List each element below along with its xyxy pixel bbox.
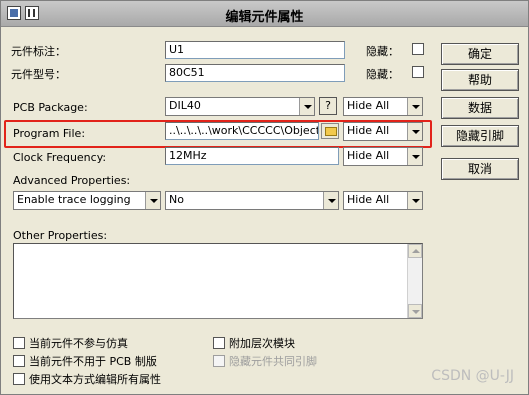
hide-common-pins-label: 隐藏元件共同引脚 [229, 355, 317, 368]
ref-hidden-checkbox[interactable] [412, 43, 424, 55]
hide-common-pins-checkbox[interactable] [213, 355, 225, 367]
ref-label: 元件标注： [11, 45, 66, 58]
type-label: 元件型号： [11, 68, 66, 81]
folder-browse-icon[interactable] [321, 123, 339, 139]
help-button[interactable]: 帮助 [441, 69, 519, 91]
chevron-down-icon[interactable] [323, 192, 338, 209]
pcb-hide-select[interactable]: Hide All [343, 97, 423, 116]
chevron-down-icon[interactable] [407, 123, 422, 140]
advanced-property-select[interactable]: Enable trace logging [13, 191, 161, 210]
cancel-button[interactable]: 取消 [441, 158, 519, 180]
edit-as-text-label: 使用文本方式编辑所有属性 [29, 373, 161, 386]
advanced-property-value: Enable trace logging [17, 193, 131, 206]
dialog-title: 编辑元件属性 [225, 10, 304, 25]
ref-hidden-label: 隐藏： [366, 45, 399, 58]
pcb-package-label: PCB Package: [13, 101, 88, 114]
title-bar: 编辑元件属性 [1, 1, 528, 27]
watermark: CSDN @U-JJ [431, 368, 514, 384]
chevron-down-icon[interactable] [407, 192, 422, 209]
advanced-value-text: No [169, 193, 184, 206]
other-properties-label: Other Properties: [13, 229, 108, 242]
clock-frequency-label: Clock Frequency: [13, 151, 107, 164]
pcb-help-button[interactable]: ? [319, 97, 337, 115]
pcb-package-value: DIL40 [169, 99, 201, 112]
scroll-down-icon[interactable] [408, 304, 422, 318]
advanced-hide-value: Hide All [347, 193, 390, 206]
program-file-field[interactable]: ..\..\..\..\work\CCCCC\Objects [165, 122, 319, 140]
other-properties-textarea[interactable] [13, 243, 423, 319]
program-hide-value: Hide All [347, 124, 390, 137]
chevron-down-icon[interactable] [407, 148, 422, 165]
chevron-down-icon[interactable] [407, 98, 422, 115]
clock-hide-select[interactable]: Hide All [343, 147, 423, 166]
hidden-pins-button[interactable]: 隐藏引脚 [441, 125, 519, 147]
exclude-pcb-checkbox[interactable] [13, 355, 25, 367]
type-field[interactable]: 80C51 [165, 64, 345, 82]
ok-button[interactable]: 确定 [441, 43, 519, 65]
data-button[interactable]: 数据 [441, 97, 519, 119]
exclude-sim-checkbox[interactable] [13, 337, 25, 349]
program-file-label: Program File: [13, 127, 86, 140]
type-hidden-checkbox[interactable] [412, 66, 424, 78]
scroll-up-icon[interactable] [408, 244, 422, 258]
exclude-pcb-label: 当前元件不用于 PCB 制版 [29, 355, 157, 368]
attach-hierarchy-label: 附加层次模块 [229, 337, 295, 350]
pcb-hide-value: Hide All [347, 99, 390, 112]
exclude-sim-label: 当前元件不参与仿真 [29, 337, 128, 350]
program-hide-select[interactable]: Hide All [343, 122, 423, 141]
advanced-properties-label: Advanced Properties: [13, 174, 131, 187]
chevron-down-icon[interactable] [145, 192, 160, 209]
edit-as-text-checkbox[interactable] [13, 373, 25, 385]
attach-hierarchy-checkbox[interactable] [213, 337, 225, 349]
clock-frequency-field[interactable]: 12MHz [165, 147, 339, 165]
pcb-package-select[interactable]: DIL40 [165, 97, 315, 116]
advanced-value-select[interactable]: No [165, 191, 339, 210]
chevron-down-icon[interactable] [299, 98, 314, 115]
type-hidden-label: 隐藏： [366, 68, 399, 81]
advanced-hide-select[interactable]: Hide All [343, 191, 423, 210]
ref-field[interactable]: U1 [165, 41, 345, 59]
vertical-scrollbar[interactable] [407, 244, 422, 318]
clock-hide-value: Hide All [347, 149, 390, 162]
properties-dialog: 编辑元件属性 元件标注： U1 隐藏： 元件型号： 80C51 隐藏： PCB … [0, 0, 529, 395]
